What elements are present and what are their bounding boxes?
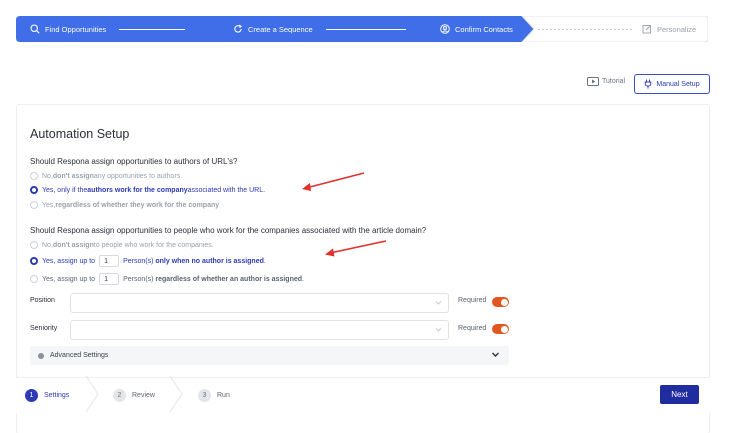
position-required-toggle[interactable] <box>492 297 509 307</box>
progress-step-personalize[interactable]: Personalize <box>642 16 696 42</box>
option-text: . <box>263 257 266 265</box>
step-separator <box>85 376 99 412</box>
progress-connector <box>326 28 406 30</box>
progress-connector <box>538 28 634 30</box>
next-button[interactable]: Next <box>660 385 699 404</box>
tutorial-link[interactable]: Tutorial <box>587 77 625 86</box>
option-bold-text: don't assign <box>52 172 94 180</box>
option-text: associated with the URL. <box>187 186 266 194</box>
manual-setup-label: Manual Setup <box>656 80 700 88</box>
step-label: Settings <box>44 392 70 399</box>
position-label: Position <box>30 297 55 304</box>
radio-option-regardless-of-company[interactable]: Yes, regardless of whether they work for… <box>30 201 219 209</box>
radio-option-authors-work-for-company[interactable]: Yes, only if the authors work for the co… <box>30 186 265 194</box>
step-number: 1 <box>25 389 38 402</box>
settings-icon <box>38 352 44 359</box>
position-select[interactable] <box>70 293 449 313</box>
radio-button[interactable] <box>30 275 38 283</box>
option-text: Person(s) <box>123 257 156 265</box>
option-text: Yes, assign up to <box>42 257 96 265</box>
step-number: 3 <box>198 389 211 402</box>
wizard-step-settings[interactable]: 1 Settings <box>25 389 69 402</box>
tutorial-label: Tutorial <box>602 78 626 85</box>
seniority-required-toggle[interactable] <box>492 324 509 334</box>
option-text: any opportunities to authors. <box>93 172 183 180</box>
chevron-down-icon <box>435 299 442 308</box>
radio-button-selected[interactable] <box>30 257 38 265</box>
progress-step-label: Create a Sequence <box>248 24 313 34</box>
option-text: Person(s) <box>123 275 156 283</box>
refresh-icon <box>233 24 243 34</box>
chevron-down-icon <box>435 326 442 335</box>
wizard-step-review[interactable]: 2 Review <box>113 389 155 402</box>
wizard-step-run[interactable]: 3 Run <box>198 389 230 402</box>
question-authors: Should Respona assign opportunities to a… <box>30 157 238 166</box>
radio-option-dont-assign-people[interactable]: No, don't assign to people who work for … <box>30 241 214 249</box>
seniority-label: Seniority <box>30 325 58 332</box>
radio-option-assign-when-no-author[interactable]: Yes, assign up to 1 Person(s) only when … <box>30 255 266 267</box>
advanced-settings-label: Advanced Settings <box>50 352 109 359</box>
progress-stepper: Find Opportunities Create a Sequence Con… <box>16 16 708 42</box>
progress-step-confirm-contacts[interactable]: Confirm Contacts <box>440 16 513 42</box>
option-text: Yes, only if the <box>42 186 88 194</box>
annotation-arrow <box>325 240 387 257</box>
play-icon <box>587 77 599 86</box>
radio-button[interactable] <box>30 172 38 180</box>
step-number: 2 <box>113 389 126 402</box>
required-label: Required <box>458 325 487 332</box>
step-separator <box>169 376 183 412</box>
required-label: Required <box>458 297 487 304</box>
search-icon <box>30 24 40 34</box>
radio-button[interactable] <box>30 241 38 249</box>
question-company-people: Should Respona assign opportunities to p… <box>30 226 427 235</box>
option-text: Yes, assign up to <box>42 275 96 283</box>
manual-setup-button[interactable]: Manual Setup <box>634 74 710 94</box>
plug-icon <box>644 79 652 89</box>
step-label: Review <box>132 392 155 399</box>
advanced-settings-toggle[interactable]: Advanced Settings <box>30 346 509 365</box>
option-bold-text: only when no author is assigned <box>155 257 264 265</box>
progress-step-create-sequence[interactable]: Create a Sequence <box>233 16 313 42</box>
person-count-input[interactable]: 1 <box>99 255 120 267</box>
option-bold-text: regardless of whether an author is assig… <box>155 275 303 283</box>
step-label: Run <box>217 392 230 399</box>
user-icon <box>440 24 450 34</box>
radio-button-selected[interactable] <box>30 186 38 194</box>
progress-step-label: Confirm Contacts <box>455 24 513 34</box>
progress-step-label: Personalize <box>657 24 697 34</box>
option-text: Yes, <box>42 201 56 209</box>
radio-button[interactable] <box>30 201 38 209</box>
chevron-down-icon <box>491 350 500 361</box>
option-text: No, <box>42 241 53 249</box>
option-text: No, <box>42 172 53 180</box>
option-text: to people who work for the companies. <box>93 241 214 249</box>
option-bold-text: authors work for the company <box>87 186 188 194</box>
radio-option-dont-assign-authors[interactable]: No, don't assign any opportunities to au… <box>30 172 182 180</box>
progress-step-label: Find Opportunities <box>45 24 107 34</box>
option-bold-text: regardless of whether they work for the … <box>55 201 220 209</box>
annotation-arrow <box>302 172 365 191</box>
edit-icon <box>642 24 652 34</box>
option-text: . <box>302 275 304 283</box>
seniority-select[interactable] <box>70 320 449 340</box>
progress-step-find-opportunities[interactable]: Find Opportunities <box>30 16 106 42</box>
page-title: Automation Setup <box>30 127 130 141</box>
person-count-input[interactable]: 1 <box>99 273 120 285</box>
progress-connector <box>119 28 185 30</box>
radio-option-assign-regardless[interactable]: Yes, assign up to 1 Person(s) regardless… <box>30 273 304 285</box>
option-bold-text: don't assign <box>52 241 94 249</box>
